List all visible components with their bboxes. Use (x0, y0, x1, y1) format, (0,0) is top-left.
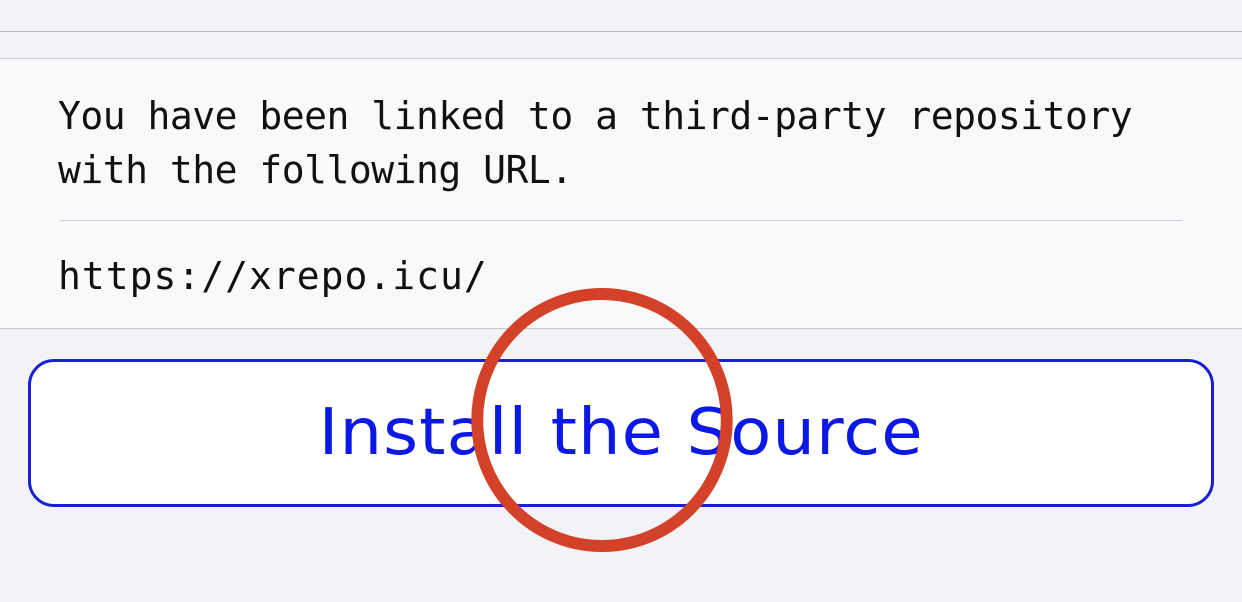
repository-link-message: You have been linked to a third-party re… (58, 94, 1133, 192)
source-install-screen: You have been linked to a third-party re… (0, 0, 1242, 602)
repository-info-card: You have been linked to a third-party re… (0, 59, 1242, 329)
message-separator (60, 220, 1182, 221)
section-gap (0, 32, 1242, 59)
install-source-label: Install the Source (318, 396, 924, 470)
repository-url: https://xrepo.icu/ (58, 254, 488, 298)
install-source-button[interactable]: Install the Source (28, 359, 1214, 507)
top-strip (0, 0, 1242, 32)
